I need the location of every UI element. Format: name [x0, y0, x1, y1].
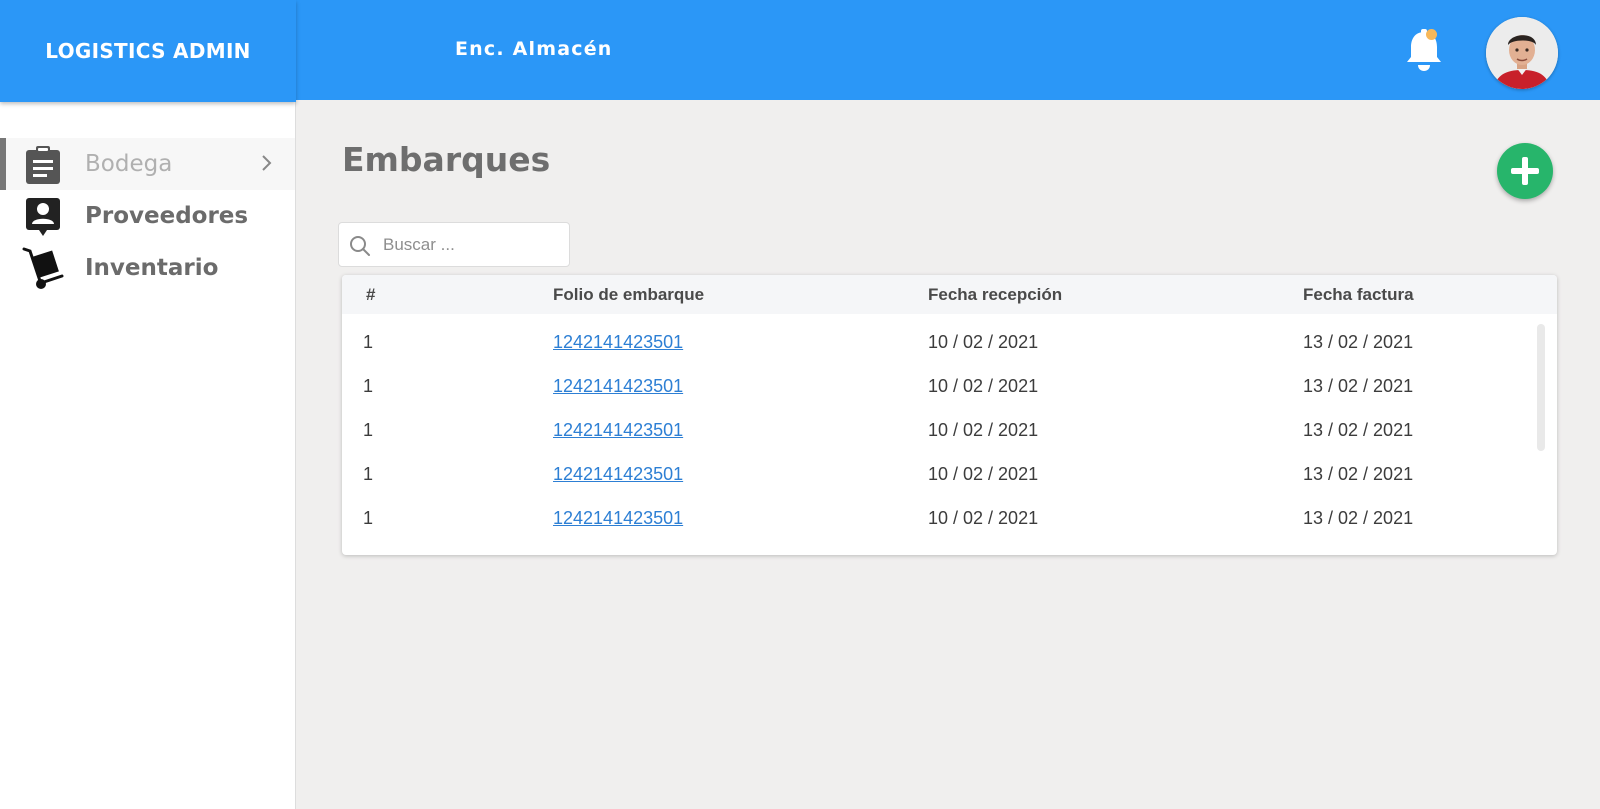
- sidebar: Bodega Proveedores Inventario: [0, 102, 296, 809]
- bell-icon[interactable]: [1403, 28, 1445, 74]
- table-header: # Folio de embarque Fecha recepción Fech…: [342, 275, 1557, 314]
- cell-invoice-date: 13 / 02 / 2021: [1303, 376, 1414, 396]
- hand-truck-icon: [22, 247, 64, 290]
- cell-reception-date: 10 / 02 / 2021: [928, 508, 1039, 528]
- column-header-invoice-date[interactable]: Fecha factura: [1303, 285, 1414, 305]
- cell-folio-link[interactable]: 1242141423501: [553, 376, 683, 397]
- cell-invoice-date: 13 / 02 / 2021: [1303, 464, 1414, 484]
- cell-invoice-date: 13 / 02 / 2021: [1303, 508, 1414, 528]
- chevron-right-icon: [257, 152, 277, 174]
- cell-folio-link[interactable]: 1242141423501: [553, 332, 683, 353]
- search-icon: [350, 236, 370, 256]
- cell-reception-date: 10 / 02 / 2021: [928, 376, 1039, 396]
- cell-reception-date: 10 / 02 / 2021: [928, 420, 1039, 440]
- table-row[interactable]: 1 1242141423501 10 / 02 / 2021 13 / 02 /…: [342, 496, 1557, 540]
- sidebar-item-label: Inventario: [85, 255, 219, 281]
- cell-number: 1: [363, 420, 374, 440]
- cell-reception-date: 10 / 02 / 2021: [928, 464, 1039, 484]
- sidebar-item-proveedores[interactable]: Proveedores: [0, 190, 295, 242]
- column-header-number[interactable]: #: [366, 285, 375, 305]
- search-input[interactable]: [383, 223, 563, 266]
- cell-number: 1: [363, 464, 374, 484]
- cell-folio-link[interactable]: 1242141423501: [553, 464, 683, 485]
- shipments-table: # Folio de embarque Fecha recepción Fech…: [342, 275, 1557, 555]
- cell-number: 1: [363, 376, 374, 396]
- sidebar-item-label: Bodega: [85, 151, 173, 177]
- page-title: Embarques: [342, 140, 551, 179]
- sidebar-item-bodega[interactable]: Bodega: [0, 138, 295, 190]
- cell-folio-link[interactable]: 1242141423501: [553, 420, 683, 441]
- table-row[interactable]: 1 1242141423501 10 / 02 / 2021 13 / 02 /…: [342, 364, 1557, 408]
- table-row[interactable]: 1 1242141423501 10 / 02 / 2021 13 / 02 /…: [342, 408, 1557, 452]
- add-shipment-button[interactable]: [1497, 143, 1553, 199]
- column-header-folio[interactable]: Folio de embarque: [553, 285, 704, 305]
- cell-number: 1: [363, 332, 374, 352]
- table-row[interactable]: 1 1242141423501 10 / 02 / 2021 13 / 02 /…: [342, 320, 1557, 364]
- search-box: [338, 222, 570, 267]
- avatar[interactable]: [1486, 17, 1558, 89]
- sidebar-item-inventario[interactable]: Inventario: [0, 242, 295, 294]
- cell-folio-link[interactable]: 1242141423501: [553, 508, 683, 529]
- cell-number: 1: [363, 508, 374, 528]
- cell-invoice-date: 13 / 02 / 2021: [1303, 420, 1414, 440]
- sidebar-item-label: Proveedores: [85, 203, 249, 229]
- brand-header: LOGISTICS ADMIN: [0, 0, 296, 102]
- table-scrollbar[interactable]: [1537, 324, 1545, 451]
- cell-reception-date: 10 / 02 / 2021: [928, 332, 1039, 352]
- brand-title: LOGISTICS ADMIN: [45, 39, 251, 63]
- column-header-reception-date[interactable]: Fecha recepción: [928, 285, 1062, 305]
- notification-dot: [1426, 29, 1437, 40]
- table-row[interactable]: 1 1242141423501 10 / 02 / 2021 13 / 02 /…: [342, 452, 1557, 496]
- cell-invoice-date: 13 / 02 / 2021: [1303, 332, 1414, 352]
- clipboard-icon: [22, 144, 64, 186]
- contact-card-icon: [22, 196, 64, 238]
- user-role: Enc. Almacén: [455, 38, 613, 60]
- top-bar: Enc. Almacén: [296, 0, 1600, 100]
